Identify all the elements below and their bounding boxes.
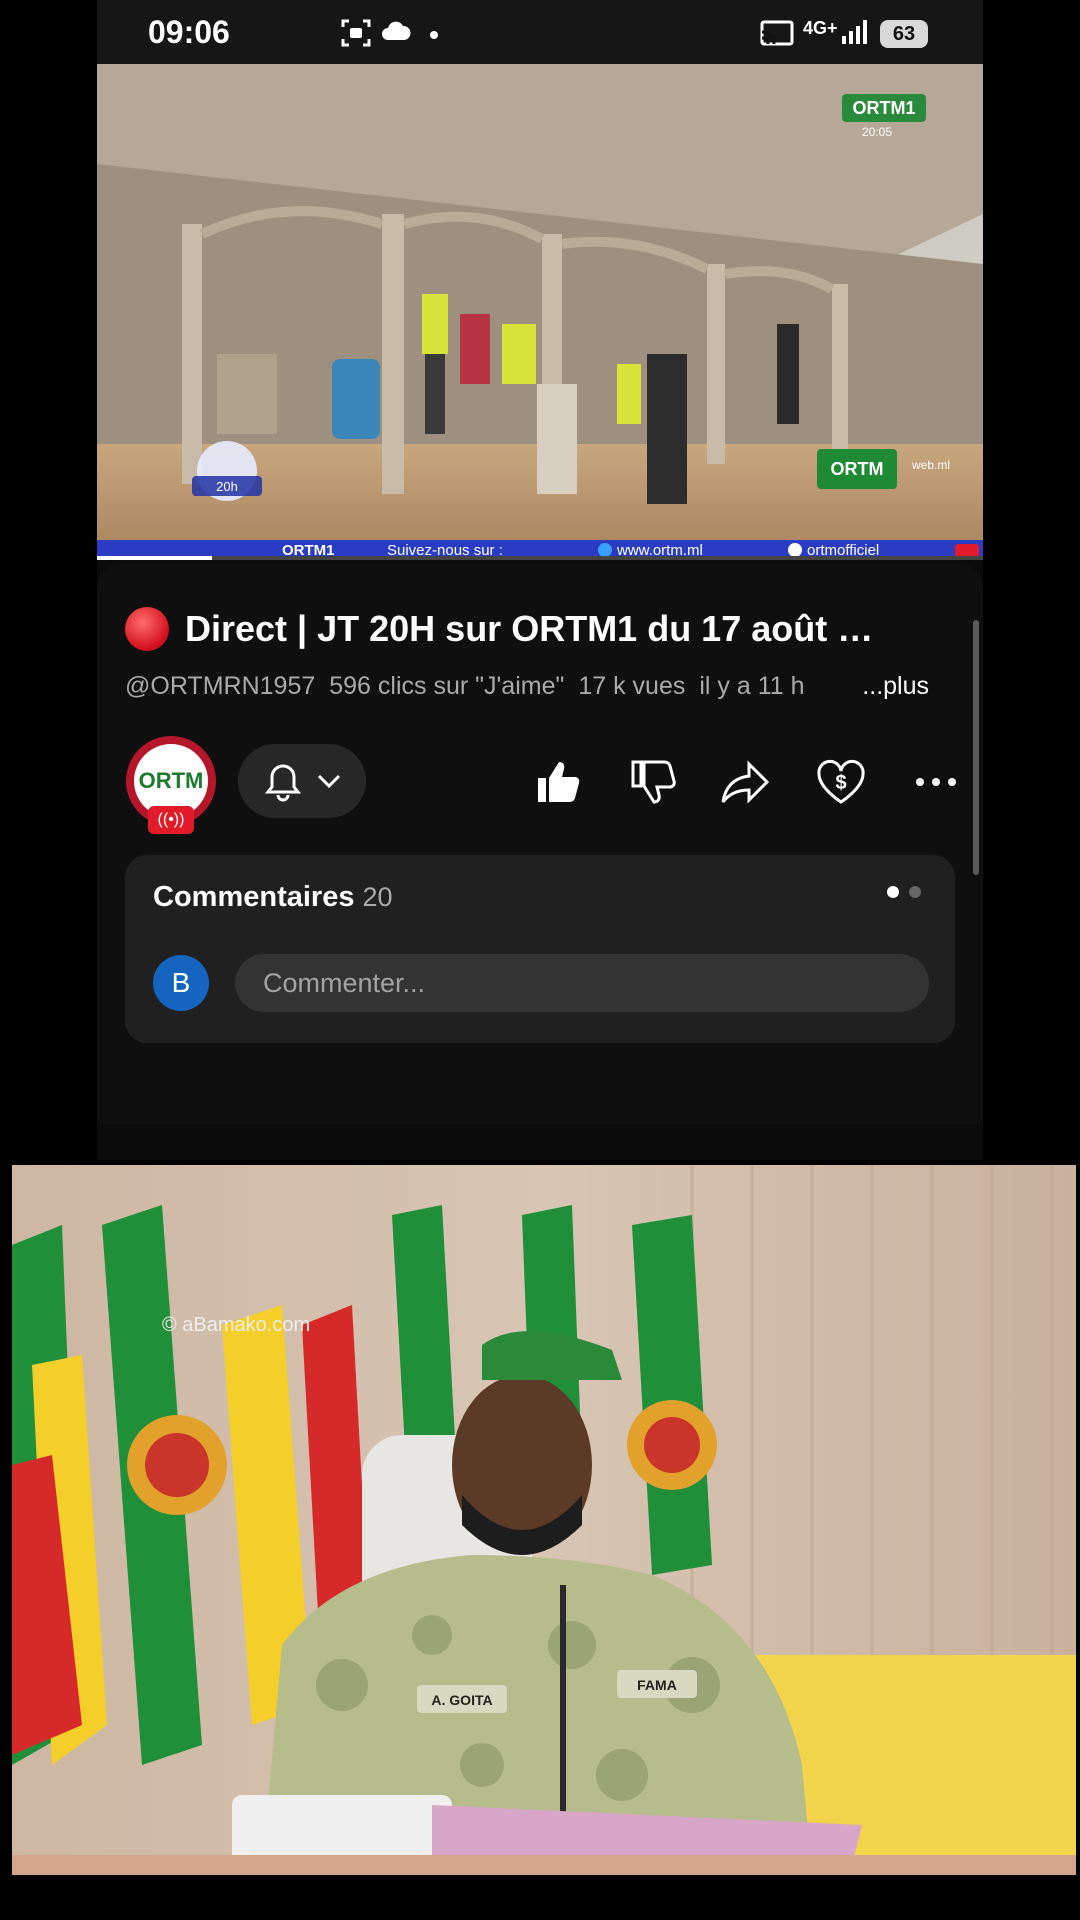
thanks-icon[interactable]: $ [815,756,867,808]
share-icon[interactable] [719,756,771,808]
signal-icon [842,20,867,44]
channel-handle: @ORTMRN1957 [125,672,316,700]
show-badge: 20h [216,479,238,494]
channel-watermark: ORTM1 [853,98,916,118]
chevron-down-icon [317,774,341,789]
overlay-time: 20:05 [862,125,892,139]
video-progress-bar[interactable] [97,556,983,560]
thumbs-down-icon[interactable] [627,756,679,808]
comments-title: Commentaires [153,881,355,913]
video-meta[interactable]: @ORTMRN1957 596 clics sur "J'aime" 17 k … [125,672,945,701]
channel-avatar[interactable]: ORTM ((•)) [126,736,216,834]
name-tag-left: A. GOITA [431,1692,492,1708]
notification-dot-icon [430,31,438,39]
photo-credit: © aBamako.com [162,1314,311,1336]
comments-card[interactable]: Commentaires 20 B Commenter... [125,855,955,1043]
subscription-bell-button[interactable] [238,744,366,818]
video-title-row[interactable]: Direct | JT 20H sur ORTM1 du 17 août … [125,604,945,654]
like-count: 596 clics sur "J'aime" [329,672,565,700]
more-icon[interactable] [910,756,962,808]
official-portrait-image: A. GOITA FAMA [12,1165,1076,1875]
comments-heading: Commentaires 20 [153,881,393,914]
more-description-link[interactable]: ...plus [852,672,929,701]
network-type: 4G+ [803,18,838,38]
name-tag-right: FAMA [637,1677,677,1693]
comments-count: 20 [362,882,393,912]
page-dots [877,885,921,903]
video-progress-fill [97,556,213,560]
page-dot [909,886,921,898]
page-dot-active [887,886,899,898]
battery-indicator: 63 [880,20,928,48]
cloud-icon [382,21,411,40]
scrollbar[interactable] [973,620,979,875]
upload-age: il y a 11 h [699,672,805,700]
video-frame: 20h ORTM1 20:05 ORTM web.ml ORTM1 Suivez… [97,64,983,560]
comment-input[interactable]: Commenter... [235,954,929,1012]
live-indicator-icon [125,607,169,651]
bell-icon [264,764,302,802]
svg-text:$: $ [835,772,846,794]
video-title: Direct | JT 20H sur ORTM1 du 17 août … [185,608,874,649]
broadcast-icon: ((•)) [148,806,194,834]
thumbs-up-icon[interactable] [532,756,584,808]
video-player[interactable]: 20h ORTM1 20:05 ORTM web.ml ORTM1 Suivez… [97,64,983,560]
next-short-image[interactable]: A. GOITA FAMA [12,1165,1076,1875]
screen-capture-icon [341,19,371,47]
web-logo-suffix: web.ml [911,458,950,472]
user-avatar: B [153,955,209,1011]
web-logo: ORTM [831,459,884,479]
cast-icon [760,20,794,46]
status-time: 09:06 [148,14,230,50]
view-count: 17 k vues [578,672,686,700]
